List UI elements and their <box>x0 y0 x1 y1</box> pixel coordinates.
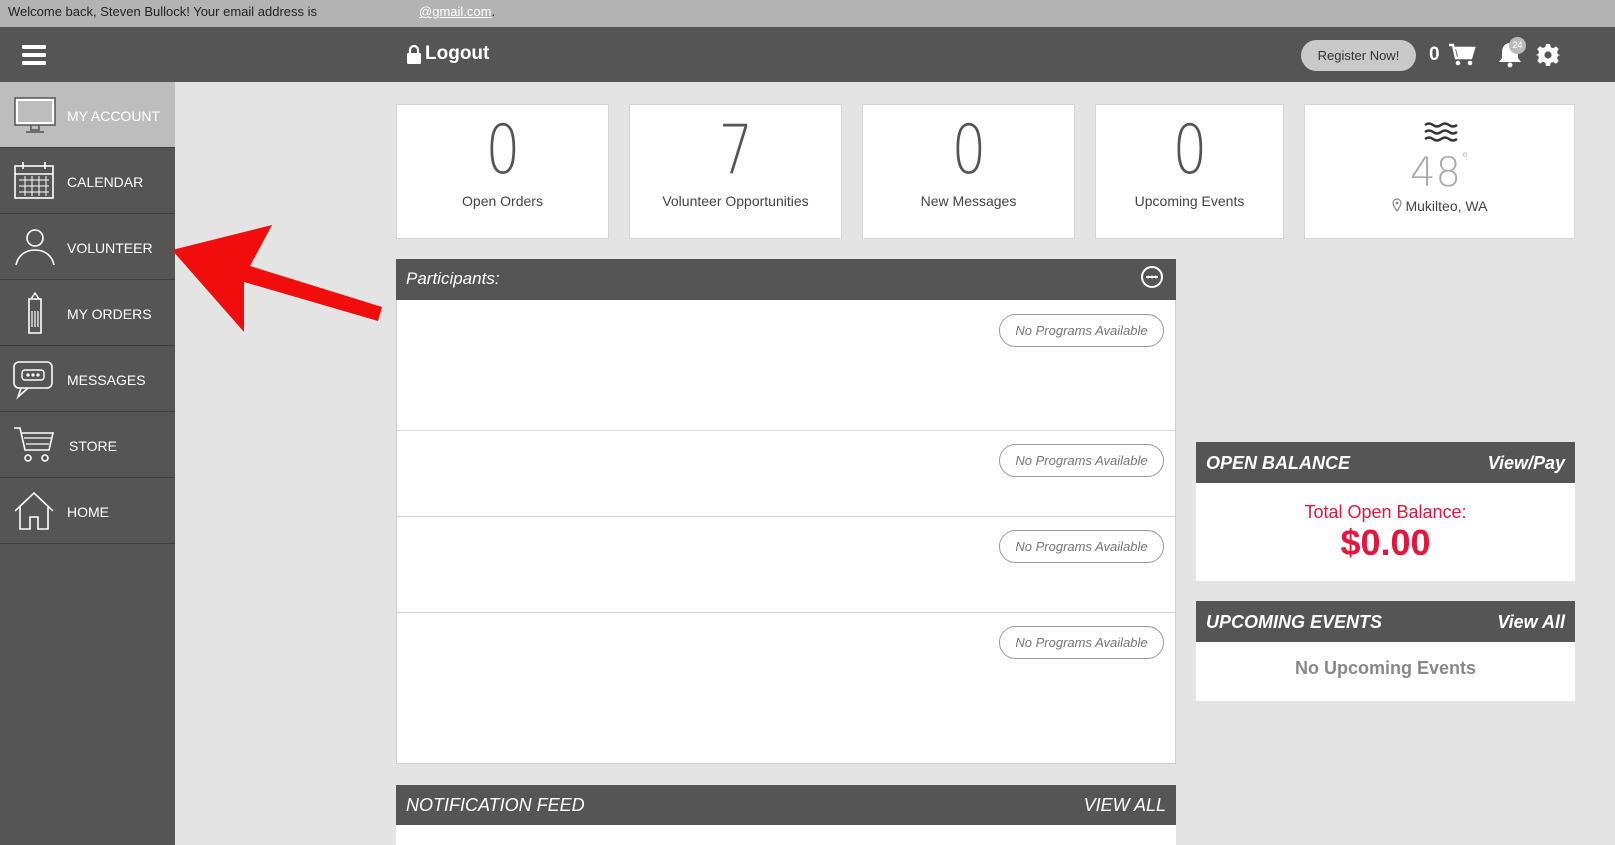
sidebar-item-label: HOME <box>67 504 109 520</box>
weather-temperature: 48° <box>1410 149 1469 196</box>
stat-caption: Upcoming Events <box>1134 193 1245 209</box>
weather-location: Mukilteo, WA <box>1305 198 1574 214</box>
stat-value: 0 <box>951 111 987 190</box>
stat-card-volunteer-opportunities[interactable]: 7 Volunteer Opportunities <box>629 104 842 239</box>
stat-card-upcoming-events[interactable]: 0 Upcoming Events <box>1095 104 1284 239</box>
participants-panel: Participants: No Programs Available No P… <box>396 259 1176 764</box>
sidebar-item-messages[interactable]: MESSAGES <box>0 346 175 412</box>
house-icon <box>14 491 54 530</box>
logout-label: Logout <box>425 43 490 64</box>
cart-count: 0 <box>1429 44 1440 65</box>
sidebar-item-store[interactable]: STORE <box>0 412 175 478</box>
notification-badge: 24 <box>1509 37 1526 54</box>
open-balance-title: OPEN BALANCE <box>1206 453 1351 473</box>
gear-icon[interactable] <box>1536 43 1560 67</box>
lock-icon <box>407 44 421 64</box>
stat-value: 7 <box>718 111 754 190</box>
chat-bubble-icon <box>13 361 53 400</box>
monitor-icon <box>14 97 56 133</box>
view-all-notifications-link[interactable]: VIEW ALL <box>1084 795 1166 815</box>
upcoming-events-title: UPCOMING EVENTS <box>1206 612 1383 632</box>
total-open-balance-label: Total Open Balance: <box>1304 502 1467 522</box>
sidebar-item-calendar[interactable]: CALENDAR <box>0 148 175 214</box>
participant-row: No Programs Available <box>397 517 1175 613</box>
sidebar-item-home[interactable]: HOME <box>0 478 175 544</box>
total-open-balance-amount: $0.00 <box>1340 522 1431 563</box>
calendar-icon <box>14 162 54 199</box>
register-now-button[interactable]: Register Now! <box>1301 40 1416 71</box>
stat-card-new-messages[interactable]: 0 New Messages <box>862 104 1075 239</box>
open-balance-panel: OPEN BALANCE View/Pay Total Open Balance… <box>1196 442 1575 581</box>
participants-title: Participants: <box>406 269 500 288</box>
sidebar: MY ACCOUNT CALENDAR VOLUNTEER MY ORDERS … <box>0 82 175 845</box>
degree-symbol: ° <box>1460 149 1469 168</box>
no-upcoming-events-text: No Upcoming Events <box>1294 658 1477 678</box>
notification-feed-panel: NOTIFICATION FEED VIEW ALL <box>396 785 1176 845</box>
view-all-events-link[interactable]: View All <box>1497 612 1565 632</box>
sidebar-item-label: MESSAGES <box>67 372 146 388</box>
person-icon <box>15 229 55 266</box>
sidebar-item-label: MY ORDERS <box>67 306 152 322</box>
participant-row: No Programs Available <box>397 301 1175 431</box>
hamburger-menu-icon[interactable] <box>22 45 46 65</box>
sidebar-item-my-orders[interactable]: MY ORDERS <box>0 280 175 346</box>
view-pay-link[interactable]: View/Pay <box>1488 453 1565 473</box>
fog-icon <box>1424 122 1458 142</box>
sidebar-item-volunteer[interactable]: VOLUNTEER <box>0 214 175 280</box>
stat-caption: New Messages <box>920 193 1017 209</box>
sidebar-item-label: MY ACCOUNT <box>67 108 161 124</box>
welcome-suffix: . <box>491 4 496 19</box>
no-programs-badge: No Programs Available <box>999 444 1164 477</box>
stat-value: 0 <box>1172 111 1208 190</box>
no-programs-badge: No Programs Available <box>999 530 1164 563</box>
logout-button[interactable]: Logout <box>406 43 489 65</box>
notification-feed-header: NOTIFICATION FEED VIEW ALL <box>396 785 1176 825</box>
weather-location-text: Mukilteo, WA <box>1405 198 1488 214</box>
weather-widget: 48° Mukilteo, WA <box>1304 104 1575 239</box>
no-programs-badge: No Programs Available <box>999 314 1164 347</box>
upcoming-events-panel: UPCOMING EVENTS View All No Upcoming Eve… <box>1196 601 1575 701</box>
sidebar-item-label: STORE <box>69 438 117 454</box>
annotation-arrow <box>172 225 382 332</box>
stat-caption: Volunteer Opportunities <box>662 193 809 209</box>
welcome-text: Welcome back, Steven Bullock! Your email… <box>8 4 318 19</box>
sidebar-item-label: CALENDAR <box>67 174 144 190</box>
upcoming-events-header: UPCOMING EVENTS View All <box>1196 601 1575 642</box>
shopping-cart-icon <box>14 427 55 462</box>
top-navbar: Logout Register Now! 0 24 <box>0 27 1615 82</box>
cart-icon[interactable] <box>1448 43 1476 67</box>
no-programs-badge: No Programs Available <box>999 626 1164 659</box>
sidebar-item-my-account[interactable]: MY ACCOUNT <box>0 82 175 148</box>
collapse-icon[interactable] <box>1140 265 1164 289</box>
order-tag-icon <box>28 291 42 334</box>
notification-feed-title: NOTIFICATION FEED <box>406 795 585 815</box>
welcome-bar: Welcome back, Steven Bullock! Your email… <box>0 0 1615 27</box>
stat-caption: Open Orders <box>462 193 543 209</box>
participant-row: No Programs Available <box>397 613 1175 763</box>
stat-card-open-orders[interactable]: 0 Open Orders <box>396 104 609 239</box>
sidebar-item-label: VOLUNTEER <box>67 240 153 256</box>
email-link[interactable]: @gmail.com <box>419 4 491 19</box>
participants-header: Participants: <box>396 259 1176 300</box>
stat-value: 0 <box>485 111 521 190</box>
participant-row: No Programs Available <box>397 431 1175 517</box>
map-pin-icon <box>1391 198 1402 213</box>
open-balance-header: OPEN BALANCE View/Pay <box>1196 442 1575 483</box>
